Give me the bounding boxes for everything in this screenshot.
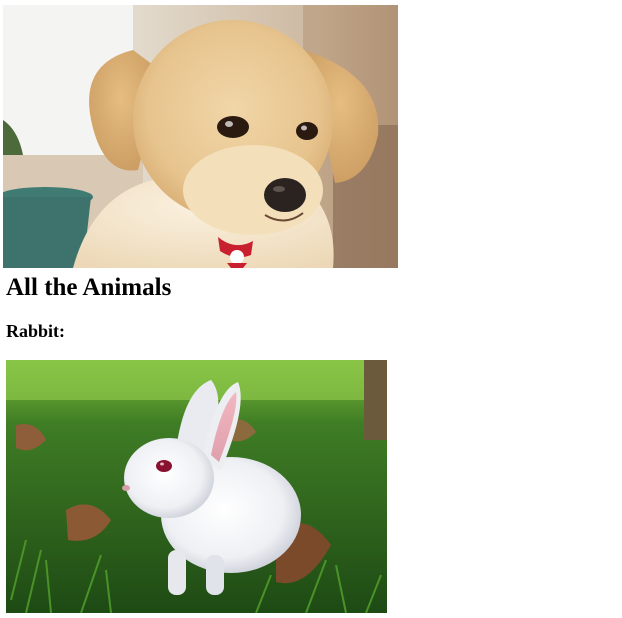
puppy-image — [3, 5, 398, 268]
page: All the Animals Rabbit: — [0, 0, 622, 618]
page-title: All the Animals — [6, 274, 172, 301]
rabbit-image — [6, 360, 387, 613]
section-heading-rabbit: Rabbit: — [6, 321, 66, 341]
